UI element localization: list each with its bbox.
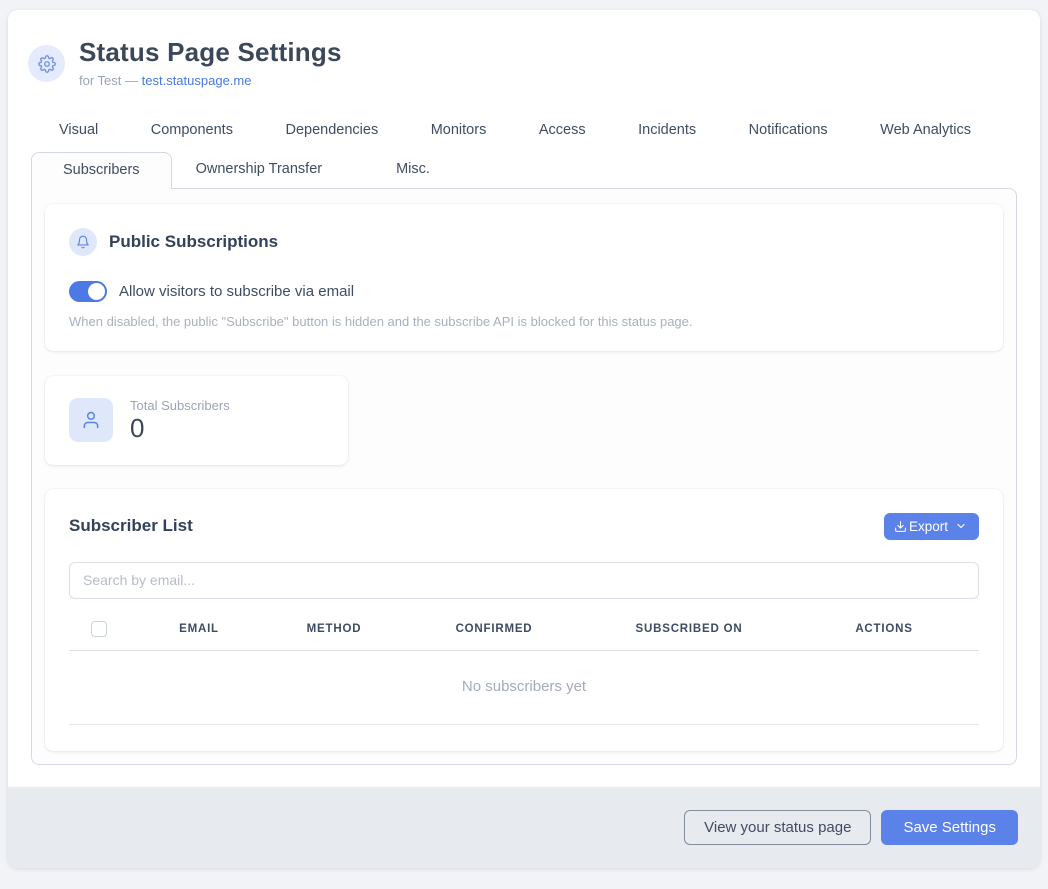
tab-bar-secondary: Subscribers Ownership Transfer Misc. <box>31 152 1017 188</box>
export-button-label: Export <box>909 519 948 534</box>
search-input[interactable] <box>69 562 979 599</box>
subscriber-list-card: Subscriber List Export <box>45 489 1003 751</box>
subscribe-help-text: When disabled, the public "Subscribe" bu… <box>69 314 979 329</box>
subscriber-list-header: Subscriber List Export <box>69 513 979 540</box>
column-header-subscribed-on: SUBSCRIBED ON <box>589 623 789 635</box>
total-subscribers-label: Total Subscribers <box>130 398 230 413</box>
page-title: Status Page Settings <box>79 37 342 68</box>
empty-state-message: No subscribers yet <box>69 651 979 725</box>
subscribe-toggle-row: Allow visitors to subscribe via email <box>69 281 979 302</box>
total-subscribers-text: Total Subscribers 0 <box>130 398 230 443</box>
export-button[interactable]: Export <box>884 513 979 540</box>
total-subscribers-card: Total Subscribers 0 <box>45 376 348 465</box>
subtitle-prefix: for Test — <box>79 73 142 88</box>
tab-incidents[interactable]: Incidents <box>636 118 698 142</box>
tab-access[interactable]: Access <box>537 118 588 142</box>
chevron-down-icon <box>955 520 967 532</box>
gear-icon <box>28 45 65 82</box>
column-header-actions: ACTIONS <box>789 623 979 635</box>
tab-monitors[interactable]: Monitors <box>429 118 489 142</box>
column-header-confirmed: CONFIRMED <box>399 623 589 635</box>
subscribe-toggle[interactable] <box>69 281 107 302</box>
toggle-knob <box>88 283 105 300</box>
tab-bar-primary: Visual Components Dependencies Monitors … <box>57 118 973 142</box>
public-subscriptions-header: Public Subscriptions <box>69 228 979 256</box>
table-header-row: EMAIL METHOD CONFIRMED SUBSCRIBED ON ACT… <box>69 621 979 651</box>
select-all-checkbox[interactable] <box>91 621 107 637</box>
save-settings-button[interactable]: Save Settings <box>881 810 1018 845</box>
public-subscriptions-title: Public Subscriptions <box>109 232 278 252</box>
page-subtitle: for Test — test.statuspage.me <box>79 73 342 88</box>
view-status-page-button[interactable]: View your status page <box>684 810 871 845</box>
status-page-link[interactable]: test.statuspage.me <box>142 73 252 88</box>
page-header: Status Page Settings for Test — test.sta… <box>8 10 1040 88</box>
tab-misc[interactable]: Misc. <box>372 152 454 188</box>
tab-web-analytics[interactable]: Web Analytics <box>878 118 973 142</box>
user-icon <box>69 398 113 442</box>
tab-notifications[interactable]: Notifications <box>747 118 830 142</box>
bell-icon <box>69 228 97 256</box>
tab-subscribers[interactable]: Subscribers <box>31 152 172 189</box>
public-subscriptions-card: Public Subscriptions Allow visitors to s… <box>45 204 1003 351</box>
settings-window: Status Page Settings for Test — test.sta… <box>8 10 1040 868</box>
subscribe-toggle-label: Allow visitors to subscribe via email <box>119 283 354 300</box>
tab-visual[interactable]: Visual <box>57 118 100 142</box>
column-header-method: METHOD <box>269 623 399 635</box>
total-subscribers-value: 0 <box>130 414 230 443</box>
tab-ownership-transfer[interactable]: Ownership Transfer <box>172 152 347 188</box>
subscribers-panel: Public Subscriptions Allow visitors to s… <box>31 188 1017 765</box>
footer-bar: View your status page Save Settings <box>8 787 1040 868</box>
subscriber-list-title: Subscriber List <box>69 516 193 536</box>
tab-components[interactable]: Components <box>149 118 235 142</box>
page-header-text: Status Page Settings for Test — test.sta… <box>79 37 342 88</box>
column-header-email: EMAIL <box>129 623 269 635</box>
download-icon <box>894 520 907 533</box>
tab-dependencies[interactable]: Dependencies <box>283 118 380 142</box>
